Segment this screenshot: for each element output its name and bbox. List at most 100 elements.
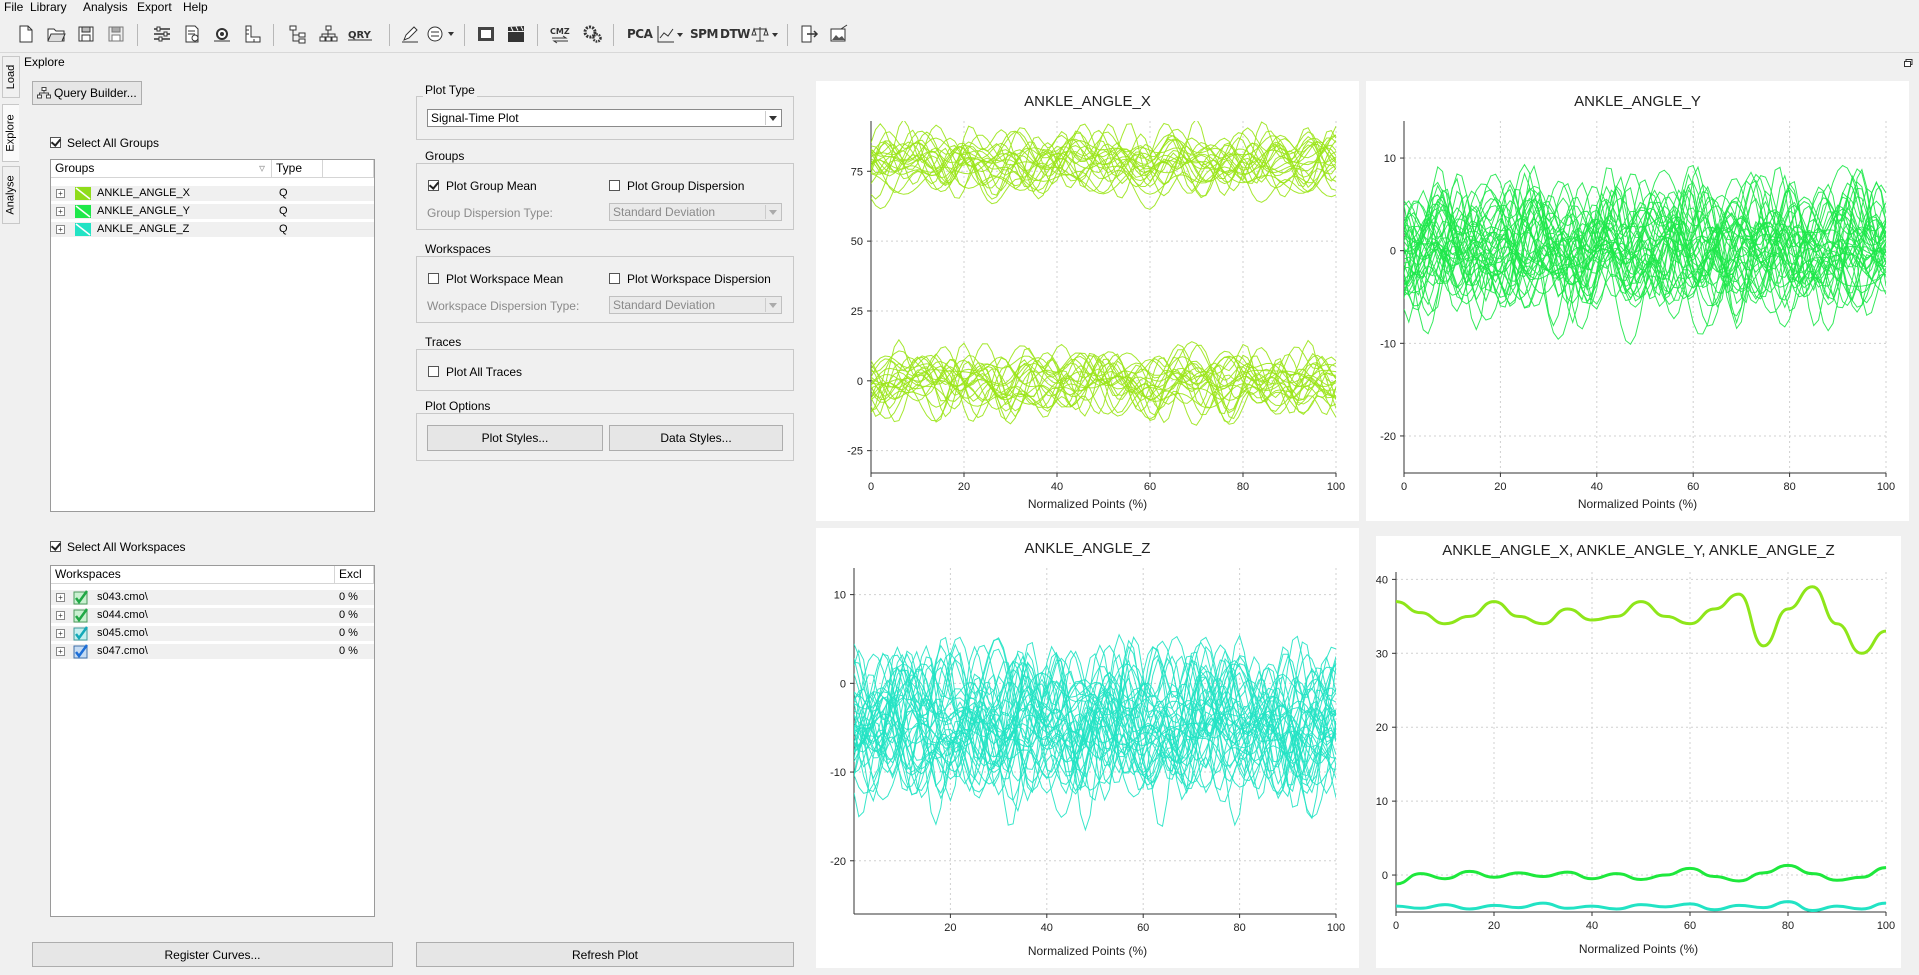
query-icon[interactable]: QRY	[346, 22, 376, 46]
select-all-workspaces-checkbox[interactable]	[50, 541, 61, 552]
menu-export[interactable]: Export	[137, 0, 172, 14]
plot-workspace-mean-checkbox[interactable]	[428, 273, 439, 284]
restore-window-icon[interactable]	[1904, 56, 1913, 67]
y-tick-label: 10	[834, 590, 846, 602]
blue-check-icon	[73, 644, 89, 659]
tab-load[interactable]: Load	[2, 56, 20, 98]
x-tick-label: 80	[1233, 922, 1245, 934]
table-row[interactable]: + s044.cmo\ 0 %	[51, 608, 374, 623]
x-tick-label: 80	[1782, 920, 1794, 932]
data-styles-button[interactable]: Data Styles...	[609, 425, 783, 451]
tab-analyse[interactable]: Analyse	[2, 166, 20, 224]
series-group	[854, 633, 1336, 832]
pattern-dropdown-icon[interactable]	[424, 22, 458, 46]
x-tick-label: 20	[1488, 920, 1500, 932]
group-dispersion-type-select[interactable]: Standard Deviation	[609, 203, 782, 221]
table-row[interactable]: + s047.cmo\ 0 %	[51, 644, 374, 659]
cmz-exchange-icon[interactable]: CMZ	[548, 22, 572, 46]
pen-edit-icon[interactable]	[398, 22, 422, 46]
expand-icon[interactable]: +	[56, 189, 65, 198]
plot-group-mean-checkbox[interactable]	[428, 180, 439, 191]
y-tick-label: 40	[1376, 574, 1388, 586]
table-row[interactable]: + ANKLE_ANGLE_Y Q	[51, 204, 374, 219]
plot-group-dispersion-checkbox[interactable]	[609, 180, 620, 191]
chart-plot-area: 0 10 20 30 40 0 20 40 60 80 100	[1376, 572, 1895, 932]
register-curves-button[interactable]: Register Curves...	[32, 942, 393, 967]
type-column-header[interactable]: Type	[272, 160, 323, 178]
gear-settings-icon[interactable]	[210, 22, 234, 46]
x-axis-label: Normalized Points (%)	[1578, 942, 1699, 956]
menu-analysis[interactable]: Analysis	[83, 0, 128, 14]
film-frames-icon[interactable]	[474, 22, 498, 46]
workspace-dispersion-type-select[interactable]: Standard Deviation	[609, 296, 782, 314]
query-tree-icon	[37, 87, 51, 99]
plot-workspace-dispersion-checkbox[interactable]	[609, 273, 620, 284]
menu-bar: File Library Analysis Export Help	[0, 0, 1919, 14]
network-icon[interactable]	[316, 22, 340, 46]
toolbar-separator	[389, 24, 390, 46]
save-all-icon[interactable]	[104, 22, 128, 46]
chart-ankle-angle-z[interactable]: ANKLE_ANGLE_Z -20 -10 0 10 20 40 60 80 100 Norma…	[816, 528, 1359, 968]
table-row[interactable]: + ANKLE_ANGLE_X Q	[51, 186, 374, 201]
x-tick-label: 0	[1393, 920, 1399, 932]
x-tick-label: 40	[1591, 481, 1603, 493]
spm-button[interactable]: SPM	[690, 22, 718, 46]
x-tick-label: 20	[958, 481, 970, 493]
table-row[interactable]: + s045.cmo\ 0 %	[51, 626, 374, 641]
y-tick-label: 30	[1376, 648, 1388, 660]
green-check-icon	[73, 608, 89, 623]
plot-styles-button[interactable]: Plot Styles...	[427, 425, 603, 451]
chart-ankle-angle-y[interactable]: ANKLE_ANGLE_Y -20 -10 0 10 0 20 40 60 80 100 Norm…	[1366, 81, 1909, 521]
select-all-groups-checkbox[interactable]	[50, 137, 61, 148]
workspaces-column-header[interactable]: Workspaces	[51, 566, 335, 584]
expand-icon[interactable]: +	[56, 207, 65, 216]
table-row[interactable]: + s043.cmo\ 0 %	[51, 590, 374, 605]
svg-text:CMZ: CMZ	[550, 27, 570, 36]
plot-all-traces-label: Plot All Traces	[446, 365, 523, 379]
group-series-icon	[75, 223, 91, 236]
workspace-dispersion-type-label: Workspace Dispersion Type:	[427, 299, 580, 313]
tab-explore[interactable]: Explore	[2, 104, 19, 162]
document-settings-icon[interactable]	[180, 22, 204, 46]
ruler-icon[interactable]	[240, 22, 264, 46]
save-icon[interactable]	[74, 22, 98, 46]
cogs-icon[interactable]	[580, 22, 604, 46]
clapperboard-icon[interactable]	[504, 22, 528, 46]
menu-library[interactable]: Library	[30, 0, 67, 14]
groups-column-header[interactable]: Groups ▿	[51, 160, 272, 178]
dtw-button[interactable]: DTW	[720, 22, 750, 46]
expand-icon[interactable]: +	[56, 225, 65, 234]
sliders-icon[interactable]	[150, 22, 174, 46]
expand-icon[interactable]: +	[56, 647, 65, 656]
pca-button[interactable]: PCA	[627, 22, 653, 46]
expand-icon[interactable]: +	[56, 611, 65, 620]
refresh-plot-button[interactable]: Refresh Plot	[416, 942, 794, 967]
new-file-icon[interactable]	[14, 22, 38, 46]
hierarchy-tree-icon[interactable]	[286, 22, 310, 46]
query-builder-button[interactable]: Query Builder...	[32, 81, 142, 105]
y-tick-label: 20	[1376, 722, 1388, 734]
plot-workspace-dispersion-label: Plot Workspace Dispersion	[627, 272, 771, 286]
open-folder-icon[interactable]	[44, 22, 68, 46]
expand-icon[interactable]: +	[56, 629, 65, 638]
plot-type-select[interactable]: Signal-Time Plot	[427, 109, 782, 127]
expand-icon[interactable]: +	[56, 593, 65, 602]
y-tick-label: 75	[851, 166, 863, 178]
menu-help[interactable]: Help	[183, 0, 208, 14]
y-tick-label: 10	[1376, 796, 1388, 808]
table-row[interactable]: + ANKLE_ANGLE_Z Q	[51, 222, 374, 237]
plot-all-traces-checkbox[interactable]	[428, 366, 439, 377]
group-series-icon	[75, 187, 91, 200]
series-line	[1396, 900, 1886, 912]
series-group	[871, 121, 1336, 426]
chart-plot-area: -20-100100 20 40 60 80 100	[1380, 121, 1895, 493]
line-chart-dropdown-icon[interactable]	[655, 22, 685, 46]
menu-file[interactable]: File	[4, 0, 23, 14]
chart-ankle-angle-x[interactable]: ANKLE_ANGLE_X -25 0 25 50 75 0 20 40 60 80 100 Nor…	[816, 81, 1359, 521]
chart-ankle-angle-combined[interactable]: ANKLE_ANGLE_X, ANKLE_ANGLE_Y, ANKLE_ANGL…	[1376, 536, 1901, 968]
balance-dropdown-icon[interactable]	[750, 22, 780, 46]
image-export-icon[interactable]	[827, 22, 851, 46]
export-icon[interactable]	[797, 22, 821, 46]
toolbar-separator	[464, 24, 465, 46]
excl-column-header[interactable]: Excl	[335, 566, 374, 584]
